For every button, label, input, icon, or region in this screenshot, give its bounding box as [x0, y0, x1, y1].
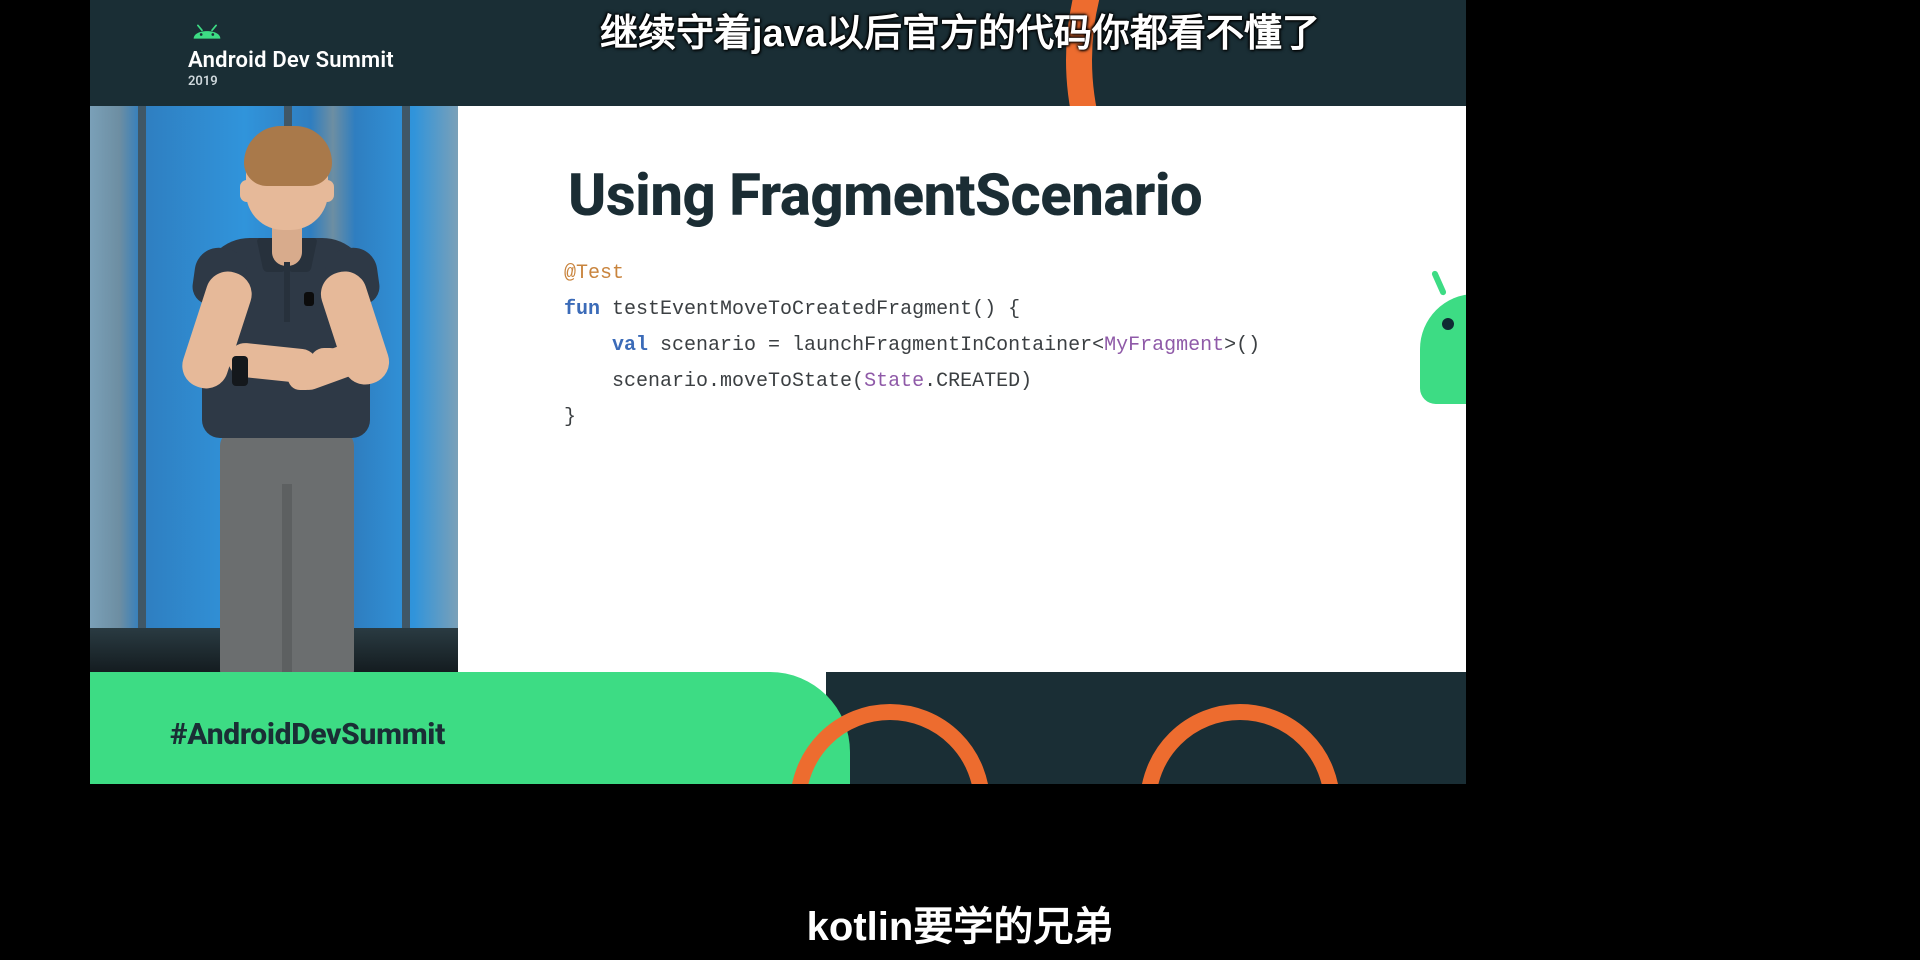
video-subtitle: kotlin要学的兄弟 [0, 894, 1920, 952]
code-indent [564, 370, 612, 393]
speaker-figure [172, 130, 402, 672]
code-type: MyFragment [1104, 334, 1224, 357]
presentation-frame: Android Dev Summit 2019 [90, 0, 1466, 784]
code-text: () { [972, 298, 1020, 321]
footer-hashtag: #AndroidDevSummit [170, 717, 445, 752]
event-title: Android Dev Summit [188, 48, 394, 73]
stage-divider [138, 106, 146, 672]
code-type: State [864, 370, 924, 393]
slide-header-band: Android Dev Summit 2019 [90, 0, 1466, 106]
lapel-mic-icon [304, 292, 314, 306]
code-indent [564, 334, 612, 357]
code-brace: } [564, 406, 576, 429]
code-block: @Test fun testEventMoveToCreatedFragment… [564, 256, 1260, 436]
event-year: 2019 [188, 74, 218, 89]
code-function-name: testEventMoveToCreatedFragment [612, 298, 972, 321]
android-mascot-icon [1420, 274, 1466, 404]
video-stage: Android Dev Summit 2019 [0, 0, 1920, 960]
slide-footer: #AndroidDevSummit [90, 672, 1466, 784]
android-logo-icon [190, 22, 224, 42]
code-annotation: @Test [564, 262, 624, 285]
code-text: scenario.moveToState( [612, 370, 864, 393]
stage-divider [402, 106, 410, 672]
slide-content: Using FragmentScenario @Test fun testEve… [458, 106, 1466, 672]
code-keyword: fun [564, 298, 600, 321]
code-text: scenario = launchFragmentInContainer< [648, 334, 1104, 357]
slide-title: Using FragmentScenario [568, 162, 1202, 230]
code-text: .CREATED) [924, 370, 1032, 393]
code-keyword: val [612, 334, 648, 357]
code-text: >() [1224, 334, 1260, 357]
speaker-video-panel [90, 106, 458, 672]
